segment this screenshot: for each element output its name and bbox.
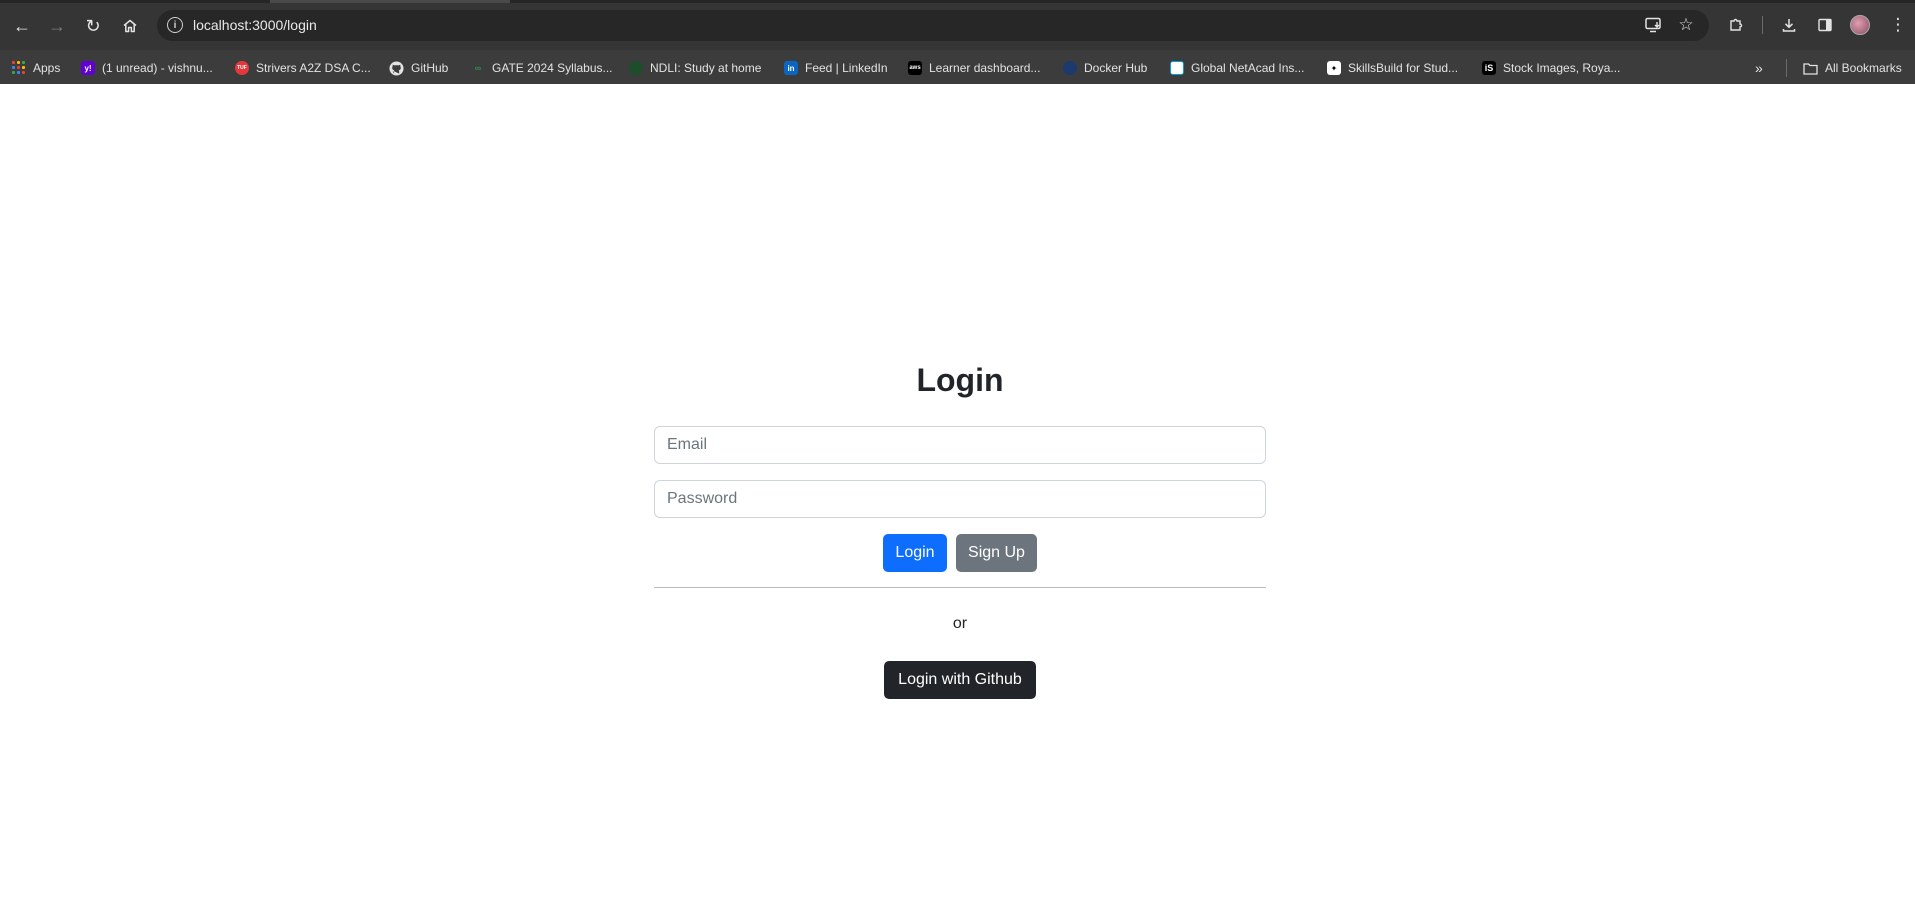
reload-button[interactable]: ↻ xyxy=(80,13,106,39)
folder-icon xyxy=(1803,62,1818,75)
bookmark-label: Strivers A2Z DSA C... xyxy=(256,61,371,75)
extensions-button[interactable] xyxy=(1725,14,1747,36)
linkedin-icon: in xyxy=(784,61,798,75)
arrow-right-icon: → xyxy=(48,16,66,36)
bookmark-label: Stock Images, Roya... xyxy=(1503,61,1621,75)
bookmark-ndli[interactable]: NDLI: Study at home xyxy=(629,59,761,77)
bookmark-yahoo-mail[interactable]: y! (1 unread) - vishnu... xyxy=(81,59,213,77)
menu-button[interactable]: ⋮ xyxy=(1887,14,1909,36)
bookmarks-separator xyxy=(1786,59,1787,77)
forward-button[interactable]: → xyxy=(44,13,70,39)
divider xyxy=(654,587,1266,588)
bookmark-strivers[interactable]: TUF Strivers A2Z DSA C... xyxy=(235,59,371,77)
profile-avatar[interactable] xyxy=(1850,15,1870,35)
page-title: Login xyxy=(916,362,1004,398)
install-app-button[interactable] xyxy=(1643,14,1665,36)
email-field[interactable] xyxy=(654,426,1266,464)
home-icon xyxy=(123,19,137,33)
netacad-icon xyxy=(1170,61,1184,75)
bookmark-label: (1 unread) - vishnu... xyxy=(102,61,213,75)
address-bar[interactable]: i localhost:3000/login xyxy=(157,10,1709,41)
side-panel-button[interactable] xyxy=(1814,14,1836,36)
all-bookmarks-label: All Bookmarks xyxy=(1825,61,1902,75)
reload-icon: ↻ xyxy=(85,16,101,36)
bookmark-skillsbuild[interactable]: ✦ SkillsBuild for Stud... xyxy=(1327,59,1458,77)
skillsbuild-icon: ✦ xyxy=(1327,61,1341,75)
tuf-icon: TUF xyxy=(235,61,249,75)
bookmark-apps[interactable]: Apps xyxy=(12,59,60,77)
bookmark-label: NDLI: Study at home xyxy=(650,61,762,75)
kebab-menu-icon: ⋮ xyxy=(1889,15,1907,34)
home-button[interactable] xyxy=(117,13,143,39)
bookmark-label: Apps xyxy=(33,61,61,75)
active-tab-edge xyxy=(270,0,510,3)
password-field[interactable] xyxy=(654,480,1266,518)
arrow-left-icon: ← xyxy=(13,16,31,36)
bookmark-gate-syllabus[interactable]: ∞ GATE 2024 Syllabus... xyxy=(471,59,613,77)
puzzle-icon xyxy=(1730,18,1743,31)
bookmark-docker-hub[interactable]: Docker Hub xyxy=(1063,59,1147,77)
url-text[interactable]: localhost:3000/login xyxy=(193,17,317,33)
bookmark-label: Feed | LinkedIn xyxy=(805,61,888,75)
yahoo-mail-icon: y! xyxy=(81,61,95,75)
sign-up-button[interactable]: Sign Up xyxy=(956,534,1037,572)
bookmark-label: Learner dashboard... xyxy=(929,61,1041,75)
bookmark-aws-learner[interactable]: aws Learner dashboard... xyxy=(908,59,1040,77)
apps-grid-icon xyxy=(12,61,26,75)
login-with-github-button[interactable]: Login with Github xyxy=(884,661,1036,699)
gfg-icon: ∞ xyxy=(474,63,482,73)
bookmark-star-button[interactable]: ☆ xyxy=(1675,14,1697,36)
install-app-icon xyxy=(1645,17,1661,33)
downloads-button[interactable] xyxy=(1778,14,1800,36)
download-icon xyxy=(1782,19,1796,32)
bookmark-netacad[interactable]: Global NetAcad Ins... xyxy=(1170,59,1304,77)
site-info-icon[interactable]: i xyxy=(167,17,183,33)
tab-strip xyxy=(0,0,1915,3)
toolbar-separator xyxy=(1762,16,1763,34)
bookmark-github[interactable]: GitHub xyxy=(389,59,448,77)
aws-icon: aws xyxy=(908,61,922,75)
bookmark-label: GATE 2024 Syllabus... xyxy=(492,61,613,75)
bookmark-istock[interactable]: iS Stock Images, Roya... xyxy=(1482,59,1620,77)
more-bookmarks-button[interactable]: » xyxy=(1755,59,1763,77)
chevron-double-right-icon: » xyxy=(1755,60,1763,76)
bookmark-linkedin[interactable]: in Feed | LinkedIn xyxy=(784,59,888,77)
back-button[interactable]: ← xyxy=(9,13,35,39)
ndli-icon xyxy=(629,61,643,75)
docker-icon xyxy=(1063,61,1077,75)
browser-toolbar: ← → ↻ i localhost:3000/login ☆ ⋮ xyxy=(0,0,1915,50)
bookmark-label: SkillsBuild for Stud... xyxy=(1348,61,1459,75)
istock-icon: iS xyxy=(1482,61,1496,75)
bookmarks-bar: Apps y! (1 unread) - vishnu... TUF Striv… xyxy=(0,50,1915,84)
bookmark-label: Docker Hub xyxy=(1084,61,1148,75)
side-panel-icon xyxy=(1818,18,1832,32)
or-separator-text: or xyxy=(952,615,968,632)
login-button[interactable]: Login xyxy=(883,534,947,572)
bookmark-label: Global NetAcad Ins... xyxy=(1191,61,1305,75)
bookmark-label: GitHub xyxy=(411,61,449,75)
github-icon xyxy=(389,60,404,76)
all-bookmarks-button[interactable]: All Bookmarks xyxy=(1803,59,1902,77)
star-icon: ☆ xyxy=(1678,15,1694,34)
